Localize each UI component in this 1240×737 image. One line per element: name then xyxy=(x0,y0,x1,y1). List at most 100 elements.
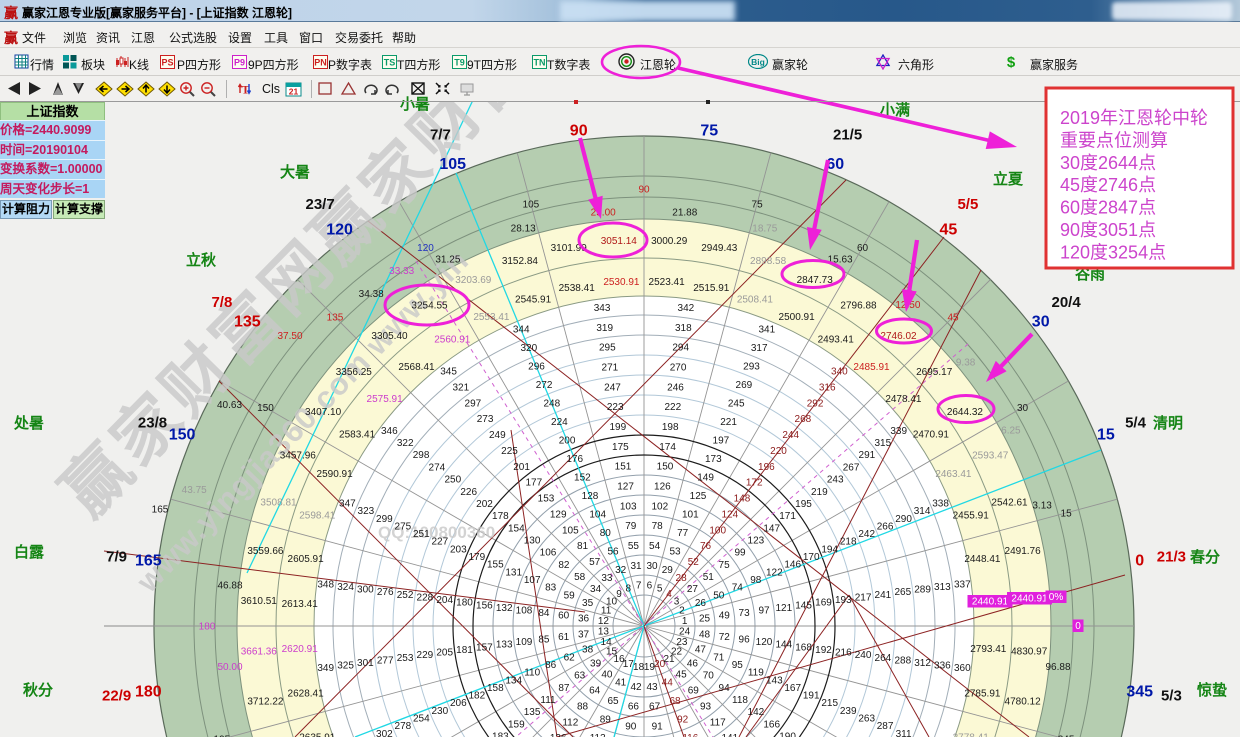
svg-text:156: 156 xyxy=(476,600,493,611)
svg-text:276: 276 xyxy=(377,587,394,598)
svg-text:100: 100 xyxy=(709,525,726,536)
svg-text:25: 25 xyxy=(699,613,711,624)
svg-text:299: 299 xyxy=(376,514,393,525)
svg-text:2644.32: 2644.32 xyxy=(947,407,984,418)
svg-text:201: 201 xyxy=(513,462,530,473)
svg-text:40: 40 xyxy=(601,670,613,681)
svg-text:120: 120 xyxy=(756,637,773,648)
svg-text:200: 200 xyxy=(559,436,576,447)
svg-text:2530.91: 2530.91 xyxy=(603,277,640,288)
svg-text:2440.91: 2440.91 xyxy=(972,597,1009,608)
svg-text:大暑: 大暑 xyxy=(280,163,310,181)
svg-text:292: 292 xyxy=(807,398,824,409)
svg-text:2523.41: 2523.41 xyxy=(649,277,686,288)
svg-text:300: 300 xyxy=(357,585,374,596)
svg-text:TN: TN xyxy=(534,57,546,67)
svg-text:7/8: 7/8 xyxy=(211,294,232,311)
svg-text:123: 123 xyxy=(748,536,765,547)
svg-text:228: 228 xyxy=(417,593,434,604)
svg-text:69: 69 xyxy=(688,686,700,697)
svg-text:254: 254 xyxy=(413,714,430,725)
svg-text:298: 298 xyxy=(413,450,430,461)
svg-text:221: 221 xyxy=(720,417,737,428)
svg-text:98: 98 xyxy=(750,575,762,586)
svg-text:0%: 0% xyxy=(1049,592,1064,603)
svg-text:321: 321 xyxy=(452,383,469,394)
svg-text:5/3: 5/3 xyxy=(1161,687,1182,704)
svg-text:226: 226 xyxy=(460,487,477,498)
svg-text:345: 345 xyxy=(1126,683,1153,700)
svg-text:106: 106 xyxy=(540,548,557,559)
svg-text:2847.73: 2847.73 xyxy=(797,275,834,286)
svg-text:7: 7 xyxy=(636,581,642,592)
svg-text:155: 155 xyxy=(487,560,504,571)
svg-text:169: 169 xyxy=(815,598,832,609)
svg-text:TS: TS xyxy=(384,57,396,67)
svg-text:158: 158 xyxy=(487,683,504,694)
svg-text:312: 312 xyxy=(914,658,931,669)
svg-text:143: 143 xyxy=(766,675,783,686)
svg-text:2778.41: 2778.41 xyxy=(953,732,990,737)
svg-text:6.25: 6.25 xyxy=(1001,425,1021,436)
svg-text:37.50: 37.50 xyxy=(277,331,302,342)
svg-text:谷雨: 谷雨 xyxy=(1075,266,1105,283)
svg-text:269: 269 xyxy=(736,380,753,391)
svg-text:78: 78 xyxy=(652,521,664,532)
svg-text:102: 102 xyxy=(651,501,668,512)
svg-text:193: 193 xyxy=(835,595,852,606)
svg-text:124: 124 xyxy=(721,509,738,520)
svg-text:159: 159 xyxy=(508,719,525,730)
svg-text:60: 60 xyxy=(857,243,869,254)
svg-text:182: 182 xyxy=(468,691,485,702)
svg-text:23: 23 xyxy=(676,637,688,648)
svg-text:127: 127 xyxy=(617,482,634,493)
svg-text:168: 168 xyxy=(795,642,812,653)
svg-text:3051.14: 3051.14 xyxy=(601,236,638,247)
svg-text:83: 83 xyxy=(545,583,557,594)
svg-text:111: 111 xyxy=(540,695,556,706)
svg-text:89: 89 xyxy=(600,715,612,726)
svg-text:239: 239 xyxy=(840,706,857,717)
svg-text:202: 202 xyxy=(476,499,493,510)
svg-text:195: 195 xyxy=(795,499,812,510)
svg-text:38: 38 xyxy=(582,645,594,656)
svg-text:5/5: 5/5 xyxy=(957,196,978,213)
svg-text:2542.61: 2542.61 xyxy=(991,497,1028,508)
svg-text:245: 245 xyxy=(728,399,745,410)
svg-text:113: 113 xyxy=(590,733,606,737)
svg-text:Big: Big xyxy=(751,57,765,67)
svg-text:94: 94 xyxy=(719,683,731,694)
svg-text:153: 153 xyxy=(538,494,555,505)
svg-text:150: 150 xyxy=(169,427,196,444)
svg-text:270: 270 xyxy=(670,363,687,374)
svg-text:273: 273 xyxy=(477,414,494,425)
svg-text:171: 171 xyxy=(779,511,796,522)
svg-text:2695.17: 2695.17 xyxy=(916,367,953,378)
svg-text:133: 133 xyxy=(496,640,513,651)
svg-text:41: 41 xyxy=(615,678,627,689)
svg-text:148: 148 xyxy=(734,494,751,505)
svg-text:244: 244 xyxy=(782,430,799,441)
svg-text:152: 152 xyxy=(574,473,591,484)
svg-text:42: 42 xyxy=(630,682,642,693)
svg-text:3712.22: 3712.22 xyxy=(247,697,284,708)
svg-text:216: 216 xyxy=(835,648,852,659)
svg-text:125: 125 xyxy=(690,491,707,502)
svg-text:194: 194 xyxy=(821,544,838,555)
svg-text:48: 48 xyxy=(699,629,711,640)
svg-text:229: 229 xyxy=(417,650,434,661)
svg-text:2478.41: 2478.41 xyxy=(885,394,922,405)
svg-text:263: 263 xyxy=(858,714,875,725)
svg-text:70: 70 xyxy=(703,671,715,682)
svg-text:P9: P9 xyxy=(234,57,245,67)
svg-text:177: 177 xyxy=(525,478,542,489)
svg-text:243: 243 xyxy=(827,475,844,486)
svg-text:345: 345 xyxy=(440,367,457,378)
svg-text:32: 32 xyxy=(615,565,627,576)
svg-text:2949.43: 2949.43 xyxy=(701,243,738,254)
svg-text:76: 76 xyxy=(700,541,712,552)
svg-text:146: 146 xyxy=(784,560,801,571)
svg-text:71: 71 xyxy=(713,652,725,663)
svg-text:360: 360 xyxy=(954,663,971,674)
svg-text:181: 181 xyxy=(456,645,473,656)
